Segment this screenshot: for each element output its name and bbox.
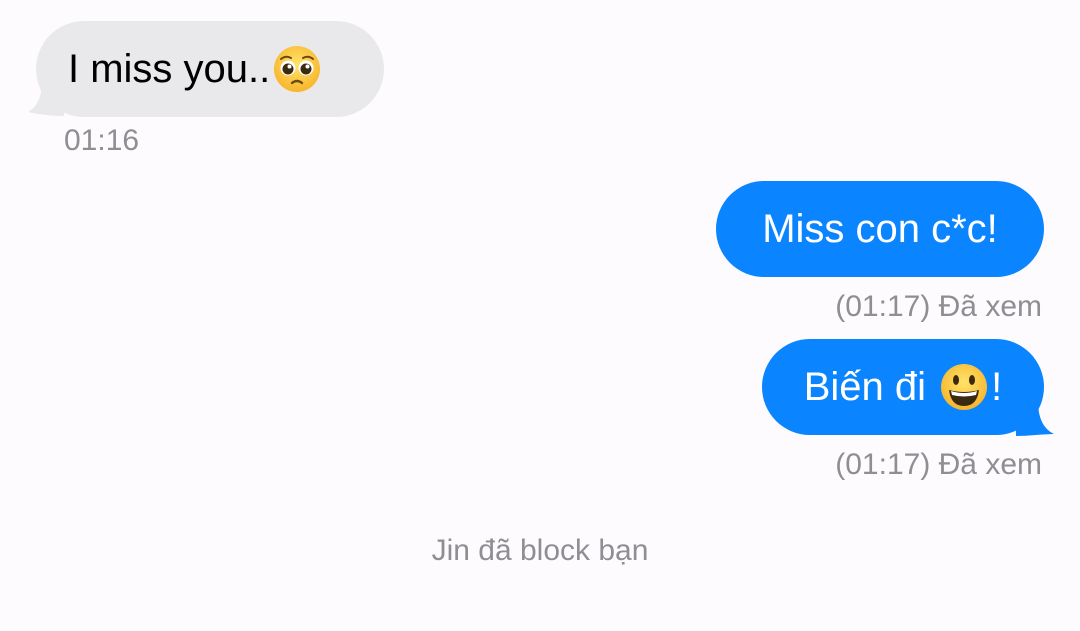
block-notice: Jin đã block bạn	[431, 534, 649, 567]
read-receipt-status: (01:17) Đã xem	[835, 448, 1042, 481]
pleading-face-emoji-icon	[272, 44, 322, 94]
incoming-message-timestamp: 01:16	[64, 124, 140, 157]
incoming-message-bubble[interactable]: I miss you..	[36, 21, 384, 117]
incoming-message-text: I miss you..	[68, 47, 271, 91]
outgoing-message-bubble[interactable]: Miss con c*c!	[716, 181, 1044, 277]
outgoing-message-text-after-emoji: !	[991, 365, 1003, 409]
outgoing-message-text-before-emoji: Biến đi	[803, 365, 938, 409]
outgoing-message-text: Miss con c*c!	[762, 207, 998, 251]
grinning-face-emoji-icon	[939, 362, 989, 412]
outgoing-message-bubble[interactable]: Biến đi !	[762, 339, 1044, 435]
read-receipt-status: (01:17) Đã xem	[835, 290, 1042, 323]
